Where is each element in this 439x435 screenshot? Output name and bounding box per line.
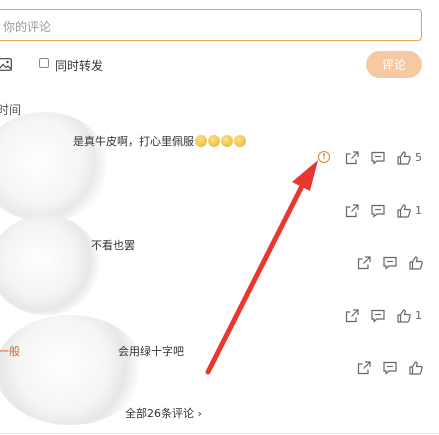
divider	[0, 433, 439, 434]
annotation-arrow	[205, 160, 318, 375]
